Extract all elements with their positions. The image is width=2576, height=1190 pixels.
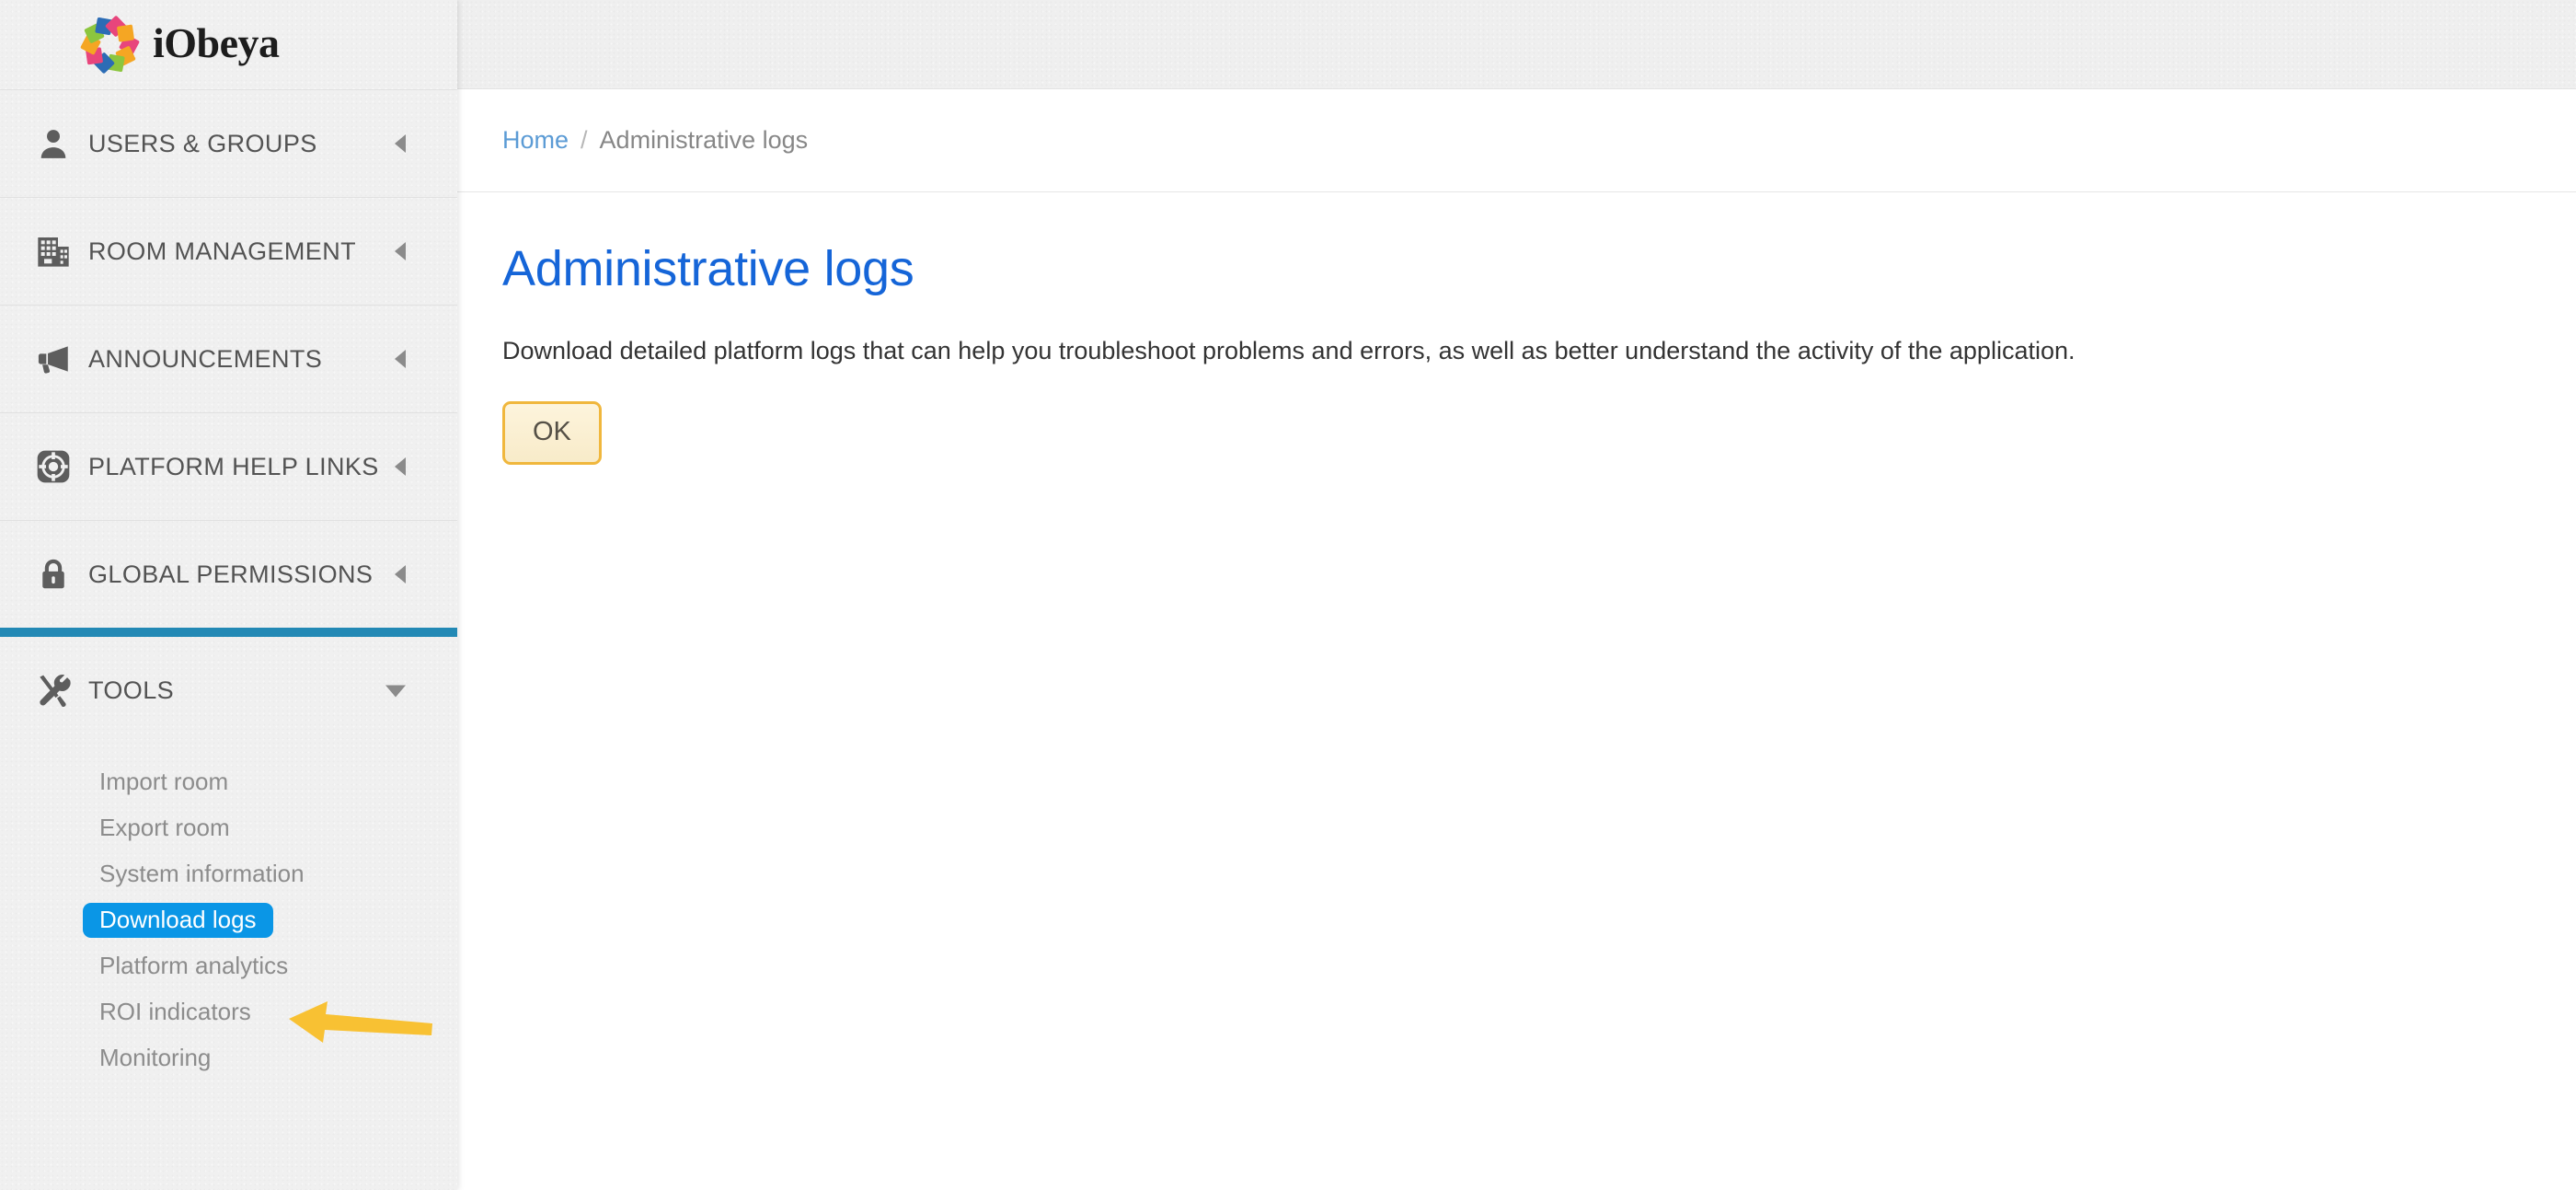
lock-icon: [18, 557, 88, 592]
sidebar-nav: USERS & GROUPS ROOM MANAGEMENT ANNOUNCEM…: [0, 89, 457, 1103]
breadcrumb-home-link[interactable]: Home: [502, 126, 569, 155]
tools-icon: [18, 672, 88, 711]
admin-console-window: iObeya USERS & GROUPS ROOM MANAGEMENT AN…: [0, 0, 2576, 1190]
sidebar-item-label: TOOLS: [88, 676, 175, 704]
tools-submenu: Import room Export room System informati…: [0, 745, 457, 1103]
breadcrumb: Home / Administrative logs: [457, 89, 2576, 192]
submenu-item-label: Import room: [99, 768, 229, 795]
submenu-item-label: System information: [99, 860, 305, 887]
page-title: Administrative logs: [502, 241, 914, 296]
page-body: Administrative logs Download detailed pl…: [457, 192, 2576, 466]
chevron-left-icon[interactable]: [395, 134, 406, 153]
iobeya-pinwheel-logo: [79, 15, 140, 75]
sidebar-item-global-permissions[interactable]: GLOBAL PERMISSIONS: [0, 520, 457, 628]
sidebar-item-label: PLATFORM HELP LINKS: [88, 452, 379, 480]
brand-name: iObeya: [153, 18, 280, 66]
submenu-item-platform-analytics[interactable]: Platform analytics: [0, 943, 457, 989]
submenu-item-label: Export room: [99, 814, 230, 841]
ok-button[interactable]: OK: [502, 401, 602, 466]
submenu-item-monitoring[interactable]: Monitoring: [0, 1035, 457, 1081]
sidebar-item-label: USERS & GROUPS: [88, 129, 317, 157]
building-icon: [18, 233, 88, 270]
submenu-item-system-information[interactable]: System information: [0, 851, 457, 897]
chevron-left-icon[interactable]: [395, 565, 406, 583]
submenu-item-export-room[interactable]: Export room: [0, 805, 457, 851]
sidebar-item-tools[interactable]: TOOLS: [0, 637, 457, 745]
submenu-item-label: Download logs: [83, 903, 273, 938]
lifering-icon: [18, 448, 88, 485]
sidebar-item-users-groups[interactable]: USERS & GROUPS: [0, 89, 457, 197]
sidebar-item-platform-help-links[interactable]: PLATFORM HELP LINKS: [0, 412, 457, 520]
megaphone-icon: [18, 340, 88, 378]
sidebar-item-room-management[interactable]: ROOM MANAGEMENT: [0, 197, 457, 305]
breadcrumb-current: Administrative logs: [599, 126, 809, 154]
sidebar-item-label: ANNOUNCEMENTS: [88, 344, 323, 373]
breadcrumb-separator: /: [581, 126, 588, 154]
chevron-left-icon[interactable]: [395, 350, 406, 368]
brand-header[interactable]: iObeya: [0, 0, 457, 89]
chevron-down-icon[interactable]: [385, 685, 406, 697]
user-icon: [18, 126, 88, 161]
left-sidebar: iObeya USERS & GROUPS ROOM MANAGEMENT AN…: [0, 0, 457, 1190]
sidebar-item-label: GLOBAL PERMISSIONS: [88, 560, 374, 588]
submenu-item-label: ROI indicators: [99, 998, 251, 1025]
main-content-panel: Home / Administrative logs Administrativ…: [457, 89, 2576, 1190]
chevron-left-icon[interactable]: [395, 242, 406, 260]
sidebar-item-announcements[interactable]: ANNOUNCEMENTS: [0, 305, 457, 412]
submenu-item-label: Monitoring: [99, 1044, 212, 1071]
chevron-left-icon[interactable]: [395, 457, 406, 476]
submenu-item-roi-indicators[interactable]: ROI indicators: [0, 989, 457, 1035]
submenu-item-import-room[interactable]: Import room: [0, 759, 457, 805]
sidebar-item-label: ROOM MANAGEMENT: [88, 237, 357, 265]
page-description: Download detailed platform logs that can…: [502, 337, 2076, 365]
submenu-item-download-logs[interactable]: Download logs: [0, 897, 457, 943]
submenu-item-label: Platform analytics: [99, 952, 289, 979]
sidebar-accent-divider: [0, 628, 457, 637]
